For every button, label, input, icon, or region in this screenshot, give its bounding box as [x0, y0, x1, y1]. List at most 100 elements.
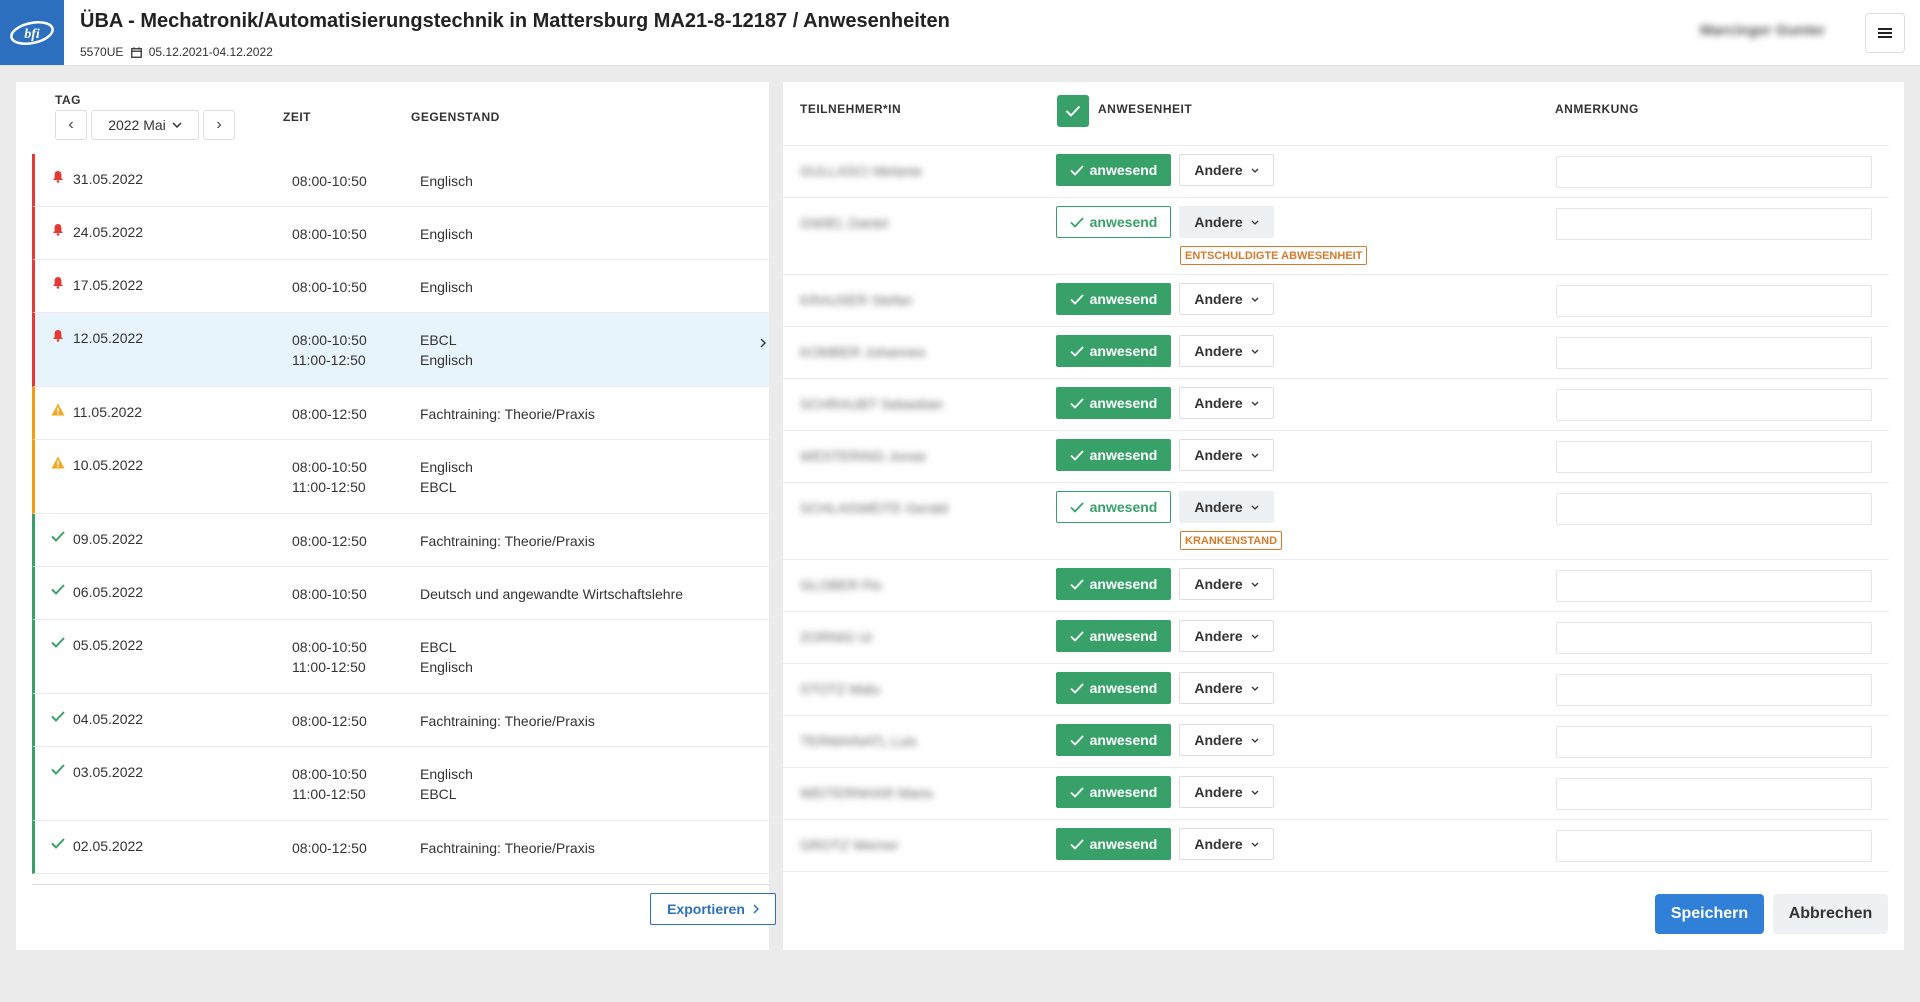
check-icon	[1070, 293, 1084, 305]
export-button[interactable]: Exportieren	[650, 893, 776, 925]
remark-input[interactable]	[1556, 830, 1872, 862]
present-toggle[interactable]: anwesend	[1056, 672, 1171, 704]
day-list: 31.05.2022 08:00-10:50 Englisch 24.05.2022 0…	[32, 154, 769, 874]
check-icon	[1070, 345, 1084, 357]
other-label: Andere	[1194, 214, 1243, 230]
day-subjects: Englisch	[420, 277, 473, 297]
date-range-group: 05.12.2021-04.12.2022	[131, 45, 273, 59]
chevron-down-icon	[1251, 220, 1259, 225]
remark-input[interactable]	[1556, 156, 1872, 188]
day-status	[51, 709, 65, 723]
day-row[interactable]: 24.05.2022 08:00-10:50 Englisch	[32, 207, 769, 260]
present-label: anwesend	[1089, 214, 1158, 230]
chevron-down-icon	[172, 122, 182, 128]
other-dropdown[interactable]: Andere	[1179, 335, 1274, 367]
day-row[interactable]: 10.05.2022 08:00-10:50 11:00-12:50 Englisch…	[32, 440, 769, 514]
participant-row: STOTZ Malu anwesend Andere	[783, 664, 1889, 716]
present-toggle[interactable]: anwesend	[1056, 620, 1171, 652]
day-row[interactable]: 31.05.2022 08:00-10:50 Englisch	[32, 154, 769, 207]
other-label: Andere	[1194, 576, 1243, 592]
remark-input[interactable]	[1556, 493, 1872, 525]
text-line: Fachtraining: Theorie/Praxis	[420, 406, 595, 422]
other-dropdown[interactable]: Andere	[1179, 491, 1274, 523]
participant-row: GROTZ Werner anwesend Andere	[783, 820, 1889, 872]
other-dropdown[interactable]: Andere	[1179, 154, 1274, 186]
day-status	[51, 836, 65, 850]
check-icon	[51, 837, 65, 849]
remark-input[interactable]	[1556, 389, 1872, 421]
text-line: Englisch	[420, 659, 473, 675]
present-label: anwesend	[1089, 576, 1158, 592]
present-toggle[interactable]: anwesend	[1056, 568, 1171, 600]
day-row[interactable]: 12.05.2022 08:00-10:50 11:00-12:50 EBCL Engl…	[32, 313, 769, 387]
present-label: anwesend	[1089, 395, 1158, 411]
remark-input[interactable]	[1556, 778, 1872, 810]
remark-input[interactable]	[1556, 622, 1872, 654]
chevron-down-icon	[1251, 505, 1259, 510]
other-label: Andere	[1194, 343, 1243, 359]
present-toggle[interactable]: anwesend	[1056, 776, 1171, 808]
present-toggle[interactable]: anwesend	[1056, 206, 1171, 238]
other-dropdown[interactable]: Andere	[1179, 672, 1274, 704]
remark-input[interactable]	[1556, 285, 1872, 317]
present-toggle[interactable]: anwesend	[1056, 335, 1171, 367]
day-times: 08:00-10:50 11:00-12:50	[292, 330, 367, 370]
remark-input[interactable]	[1556, 726, 1872, 758]
participant-row: KRAUSER Stefan anwesend Andere	[783, 275, 1889, 327]
participant-name: STOTZ Malu	[800, 681, 880, 697]
participant-row: KOMBER Johannes anwesend Andere	[783, 327, 1889, 379]
chevron-down-icon	[1251, 297, 1259, 302]
day-date: 12.05.2022	[73, 330, 144, 346]
day-subjects: EBCL Englisch	[420, 330, 473, 370]
day-row[interactable]: 11.05.2022 08:00-12:50 Fachtraining: Theor…	[32, 387, 769, 440]
day-row[interactable]: 09.05.2022 08:00-12:50 Fachtraining: Theor…	[32, 514, 769, 567]
chevron-down-icon	[1251, 842, 1259, 847]
present-toggle[interactable]: anwesend	[1056, 387, 1171, 419]
check-icon	[1070, 838, 1084, 850]
remark-input[interactable]	[1556, 674, 1872, 706]
text-line: 08:00-12:50	[292, 406, 367, 422]
present-toggle[interactable]: anwesend	[1056, 724, 1171, 756]
other-dropdown[interactable]: Andere	[1179, 620, 1274, 652]
participant-name: GLOBER Flo	[800, 577, 882, 593]
other-dropdown[interactable]: Andere	[1179, 568, 1274, 600]
day-row[interactable]: 17.05.2022 08:00-10:50 Englisch	[32, 260, 769, 313]
present-toggle[interactable]: anwesend	[1056, 439, 1171, 471]
present-toggle[interactable]: anwesend	[1056, 283, 1171, 315]
day-row[interactable]: 06.05.2022 08:00-10:50 Deutsch und angewan…	[32, 567, 769, 620]
remark-input[interactable]	[1556, 208, 1872, 240]
present-label: anwesend	[1089, 628, 1158, 644]
participant-row: WESTERING Jonas anwesend Andere	[783, 431, 1889, 483]
user-name[interactable]: Marcinger Gunter	[1700, 22, 1825, 39]
other-dropdown[interactable]: Andere	[1179, 776, 1274, 808]
bfi-logo[interactable]: bfi	[0, 0, 64, 65]
column-header-tag: TAG	[55, 93, 81, 107]
present-toggle[interactable]: anwesend	[1056, 491, 1171, 523]
next-month-button[interactable]: ›	[203, 110, 235, 140]
other-dropdown[interactable]: Andere	[1179, 724, 1274, 756]
remark-input[interactable]	[1556, 441, 1872, 473]
present-toggle[interactable]: anwesend	[1056, 828, 1171, 860]
other-dropdown[interactable]: Andere	[1179, 206, 1274, 238]
select-all-checkbox[interactable]	[1057, 95, 1089, 127]
prev-month-button[interactable]: ‹	[55, 110, 87, 140]
save-button[interactable]: Speichern	[1655, 894, 1764, 934]
cancel-button[interactable]: Abbrechen	[1773, 894, 1888, 934]
day-row[interactable]: 04.05.2022 08:00-12:50 Fachtraining: Theor…	[32, 694, 769, 747]
remark-input[interactable]	[1556, 570, 1872, 602]
remark-input[interactable]	[1556, 337, 1872, 369]
text-line: 11:00-12:50	[292, 786, 366, 802]
menu-button[interactable]	[1865, 13, 1905, 53]
day-row[interactable]: 02.05.2022 08:00-12:50 Fachtraining: Theor…	[32, 821, 769, 874]
other-dropdown[interactable]: Andere	[1179, 387, 1274, 419]
day-date: 03.05.2022	[73, 764, 144, 780]
present-toggle[interactable]: anwesend	[1056, 154, 1171, 186]
day-row[interactable]: 05.05.2022 08:00-10:50 11:00-12:50 EBCL Engl…	[32, 620, 769, 694]
units-count: 5570UE	[80, 45, 124, 59]
other-dropdown[interactable]: Andere	[1179, 283, 1274, 315]
other-dropdown[interactable]: Andere	[1179, 439, 1274, 471]
other-dropdown[interactable]: Andere	[1179, 828, 1274, 860]
month-select[interactable]: 2022 Mai	[91, 110, 199, 140]
participant-row: GULLASCI Melanie anwesend Andere	[783, 146, 1889, 198]
day-row[interactable]: 03.05.2022 08:00-10:50 11:00-12:50 Englisch…	[32, 747, 769, 821]
